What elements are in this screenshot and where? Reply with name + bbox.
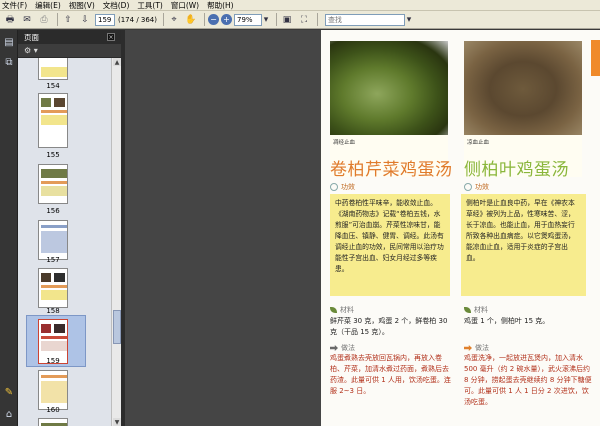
thumbnail-label: 157 [46, 256, 60, 264]
page-thumbnail[interactable] [38, 220, 68, 260]
close-panel-icon[interactable]: × [107, 33, 115, 41]
left-effect-label: 功效 [330, 182, 355, 192]
left-recipe-title: 卷柏芹菜鸡蛋汤 [330, 160, 453, 180]
hand-tool-icon[interactable]: ✋ [184, 13, 198, 26]
page-thumbnail[interactable] [38, 418, 68, 426]
page-thumbnail[interactable] [38, 58, 68, 80]
right-material-label: 材料 [464, 305, 488, 315]
share-icon[interactable]: ⎙ [37, 13, 51, 26]
fit-page-icon[interactable]: ▣ [280, 13, 294, 26]
chapter-tab [591, 40, 600, 76]
left-method-label: 做法 [330, 343, 355, 353]
menu-window[interactable]: 窗口(W) [171, 0, 199, 11]
page-number-input[interactable] [95, 13, 115, 26]
scrollbar-thumb[interactable] [113, 310, 121, 344]
menu-edit[interactable]: 编辑(E) [35, 0, 61, 11]
page-thumbnail[interactable] [38, 93, 68, 148]
pages-icon[interactable]: ▤ [3, 36, 15, 48]
page-thumbnail[interactable] [38, 268, 68, 308]
left-material-text: 鲜芹菜 30 克，鸡蛋 2 个，鲜卷柏 30 克（干品 15 克）。 [330, 317, 448, 336]
document-viewport[interactable]: 凋经止血 凉血止血 卷柏芹菜鸡蛋汤 侧柏叶鸡蛋汤 功效 功效 中药卷柏性平味辛，… [125, 30, 600, 426]
arrow-icon [464, 345, 472, 351]
menu-view[interactable]: 视图(V) [69, 0, 95, 11]
zoom-dropdown-icon[interactable]: ▾ [262, 13, 270, 26]
search-dropdown-icon[interactable]: ▾ [405, 13, 413, 26]
right-effect-label: 功效 [464, 182, 489, 192]
pages-panel-header: 页面 × [18, 30, 121, 44]
thumbnail-label: 154 [46, 82, 60, 90]
page-thumbnail[interactable] [38, 164, 68, 204]
search-input[interactable] [325, 13, 405, 26]
magnifier-icon [464, 183, 472, 191]
right-material-text: 鸡蛋 1 个，侧柏叶 15 克。 [464, 317, 550, 325]
page-total: (174 / 364) [118, 15, 157, 24]
print-icon[interactable]: 🖶 [3, 13, 17, 26]
select-tool-icon[interactable]: ⌖ [167, 13, 181, 26]
magnifier-icon [330, 183, 338, 191]
scroll-up-icon[interactable]: ▲ [113, 58, 121, 66]
right-method-text: 鸡蛋洗净，一起放进瓦煲内，加入清水 500 毫升（约 2 碗水量），武火滚沸后约… [464, 354, 592, 406]
document-page: 凋经止血 凉血止血 卷柏芹菜鸡蛋汤 侧柏叶鸡蛋汤 功效 功效 中药卷柏性平味辛，… [321, 30, 600, 426]
arrow-icon [330, 345, 338, 351]
thumbnail-label: 159 [46, 357, 60, 365]
thumbnail-label: 160 [46, 406, 60, 414]
left-method-text: 鸡蛋煮熟去壳放回瓦锅内，再放入卷柏、芹菜，加清水煮过药面，煮熟后去药渣。此量可供… [330, 354, 451, 395]
right-effect-text: 侧柏叶是止血良中药，早在《神农本草经》被列为上品，性寒味苦、涩，长于凉血。也能止… [461, 194, 586, 296]
left-material-label: 材料 [330, 305, 354, 315]
menu-tools[interactable]: 工具(T) [137, 0, 162, 11]
thumbnail-scrollbar[interactable]: ▲ ▼ [111, 58, 121, 426]
menu-help[interactable]: 帮助(H) [207, 0, 234, 11]
leaf-icon [464, 307, 471, 313]
pages-panel-title: 页面 [24, 32, 39, 42]
zoom-out-icon[interactable]: − [208, 14, 219, 25]
thumbnail-label: 156 [46, 207, 60, 215]
leaf-icon [330, 307, 337, 313]
zoom-input[interactable] [234, 13, 262, 26]
next-page-icon[interactable]: ⇩ [78, 13, 92, 26]
thumbnail-list[interactable]: 154 155 156 157 158 159 160 [18, 58, 111, 426]
menu-file[interactable]: 文件(F) [2, 0, 27, 11]
right-recipe-title: 侧柏叶鸡蛋汤 [464, 160, 569, 180]
toolbar: 🖶 ✉ ⎙ ⇧ ⇩ (174 / 364) ⌖ ✋ − + ▾ ▣ ⛶ ▾ [0, 11, 600, 29]
thumbnail-label: 155 [46, 151, 60, 159]
right-photo-caption: 凉血止血 [467, 140, 490, 146]
scroll-down-icon[interactable]: ▼ [113, 418, 121, 426]
email-icon[interactable]: ✉ [20, 13, 34, 26]
thumbnail-label: 158 [46, 307, 60, 315]
celery-photo [330, 41, 448, 137]
attachments-icon[interactable]: ⌂ [3, 408, 15, 420]
menu-bar: 文件(F) 编辑(E) 视图(V) 文档(D) 工具(T) 窗口(W) 帮助(H… [0, 0, 600, 11]
panel-options[interactable]: ⚙ ▾ [18, 44, 121, 58]
left-effect-text: 中药卷柏性平味辛，能收敛止血。《湖南药物志》记载“卷柏五钱，水煎服”可治血崩。芹… [330, 194, 450, 296]
options-icon[interactable]: ⚙ ▾ [24, 46, 38, 55]
page-thumbnail[interactable] [38, 370, 68, 410]
left-photo-caption: 凋经止血 [333, 140, 356, 146]
right-method-label: 做法 [464, 343, 489, 353]
cypress-leaf-photo [464, 41, 582, 137]
navigation-rail: ▤ ⧉ ✎ ⌂ [0, 30, 18, 426]
comments-icon[interactable]: ✎ [3, 386, 15, 398]
fit-width-icon[interactable]: ⛶ [297, 13, 311, 26]
bookmarks-icon[interactable]: ⧉ [3, 56, 15, 68]
zoom-in-icon[interactable]: + [221, 14, 232, 25]
previous-page-icon[interactable]: ⇧ [61, 13, 75, 26]
menu-document[interactable]: 文档(D) [103, 0, 130, 11]
pages-panel: 页面 × ⚙ ▾ 154 155 156 157 158 159 160 ▲ ▼ [18, 30, 121, 426]
